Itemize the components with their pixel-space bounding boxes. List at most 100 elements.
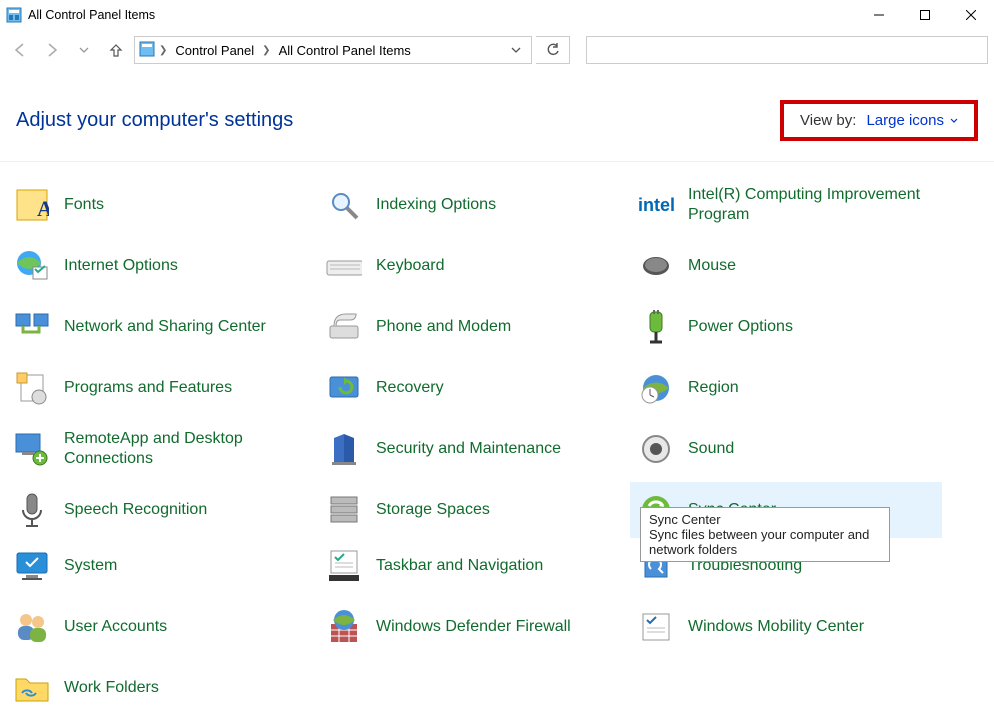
- control-panel-item[interactable]: User Accounts: [6, 594, 318, 660]
- recent-locations-button[interactable]: [70, 36, 98, 64]
- item-label: Windows Mobility Center: [688, 617, 864, 637]
- taskbar-icon: [326, 548, 362, 584]
- control-panel-item[interactable]: Security and Maintenance: [318, 416, 630, 482]
- chevron-down-icon: [950, 117, 958, 125]
- item-label: Internet Options: [64, 256, 178, 276]
- control-panel-item[interactable]: Power Options: [630, 294, 942, 360]
- control-panel-item[interactable]: Storage Spaces: [318, 482, 630, 538]
- item-label: Work Folders: [64, 678, 159, 698]
- breadcrumb-root[interactable]: Control Panel: [171, 43, 258, 58]
- control-panel-item[interactable]: Programs and Features: [6, 360, 318, 416]
- mouse-icon: [638, 248, 674, 284]
- control-panel-item[interactable]: intel Intel(R) Computing Improvement Prog…: [630, 172, 942, 238]
- internet-icon: [14, 248, 50, 284]
- item-label: Security and Maintenance: [376, 439, 561, 459]
- breadcrumb-current[interactable]: All Control Panel Items: [275, 43, 415, 58]
- control-panel-item[interactable]: RemoteApp and Desktop Connections: [6, 416, 318, 482]
- item-label: Intel(R) Computing Improvement Program: [688, 185, 928, 225]
- control-panel-item[interactable]: Mouse: [630, 238, 942, 294]
- item-label: Power Options: [688, 317, 793, 337]
- control-panel-item[interactable]: System: [6, 538, 318, 594]
- view-by-value: Large icons: [866, 112, 958, 129]
- control-panel-item[interactable]: Taskbar and Navigation: [318, 538, 630, 594]
- mobility-icon: [638, 609, 674, 645]
- speech-icon: [14, 492, 50, 528]
- control-panel-icon: [6, 7, 22, 23]
- control-panel-item[interactable]: Recovery: [318, 360, 630, 416]
- control-panel-grid: A Fonts Indexing Options intel Intel(R) Comp…: [0, 162, 994, 726]
- tooltip-body: Sync files between your computer and net…: [649, 527, 881, 557]
- maximize-button[interactable]: [902, 0, 948, 30]
- storage-icon: [326, 492, 362, 528]
- item-label: Recovery: [376, 378, 444, 398]
- users-icon: [14, 609, 50, 645]
- control-panel-item[interactable]: Work Folders: [6, 660, 318, 716]
- item-label: Indexing Options: [376, 195, 496, 215]
- item-label: Programs and Features: [64, 378, 232, 398]
- workfolders-icon: [14, 670, 50, 706]
- page-heading: Adjust your computer's settings: [16, 109, 780, 132]
- control-panel-item[interactable]: Region: [630, 360, 942, 416]
- control-panel-item[interactable]: A Fonts: [6, 172, 318, 238]
- item-label: Storage Spaces: [376, 500, 490, 520]
- control-panel-item[interactable]: Phone and Modem: [318, 294, 630, 360]
- item-label: Taskbar and Navigation: [376, 556, 543, 576]
- sound-icon: [638, 431, 674, 467]
- up-button[interactable]: [102, 36, 130, 64]
- item-label: Phone and Modem: [376, 317, 511, 337]
- address-history-button[interactable]: [505, 43, 527, 58]
- search-input[interactable]: [586, 36, 988, 64]
- item-label: System: [64, 556, 117, 576]
- remoteapp-icon: [14, 431, 50, 467]
- network-icon: [14, 309, 50, 345]
- control-panel-item[interactable]: Speech Recognition: [6, 482, 318, 538]
- svg-text:A: A: [37, 196, 49, 221]
- control-panel-item[interactable]: Windows Defender Firewall: [318, 594, 630, 660]
- tooltip-title: Sync Center: [649, 512, 881, 527]
- chevron-right-icon[interactable]: ❯: [159, 45, 167, 56]
- chevron-right-icon[interactable]: ❯: [262, 45, 270, 56]
- phone-icon: [326, 309, 362, 345]
- programs-icon: [14, 370, 50, 406]
- region-icon: [638, 370, 674, 406]
- control-panel-item[interactable]: Indexing Options: [318, 172, 630, 238]
- item-label: RemoteApp and Desktop Connections: [64, 429, 304, 469]
- item-label: Windows Defender Firewall: [376, 617, 571, 637]
- item-label: Region: [688, 378, 739, 398]
- item-label: Sound: [688, 439, 734, 459]
- item-label: Mouse: [688, 256, 736, 276]
- item-label: Speech Recognition: [64, 500, 207, 520]
- system-icon: [14, 548, 50, 584]
- navigation-bar: ❯ Control Panel ❯ All Control Panel Item…: [0, 30, 994, 70]
- title-bar: All Control Panel Items: [0, 0, 994, 30]
- firewall-icon: [326, 609, 362, 645]
- minimize-button[interactable]: [856, 0, 902, 30]
- close-button[interactable]: [948, 0, 994, 30]
- control-panel-item[interactable]: Network and Sharing Center: [6, 294, 318, 360]
- item-label: User Accounts: [64, 617, 167, 637]
- item-label: Network and Sharing Center: [64, 317, 266, 337]
- tooltip: Sync Center Sync files between your comp…: [640, 507, 890, 562]
- window-title: All Control Panel Items: [28, 8, 856, 22]
- control-panel-item[interactable]: Sound: [630, 416, 942, 482]
- refresh-button[interactable]: [536, 36, 570, 64]
- view-by-dropdown[interactable]: View by: Large icons: [790, 106, 968, 135]
- control-panel-item[interactable]: Windows Mobility Center: [630, 594, 942, 660]
- item-label: Keyboard: [376, 256, 445, 276]
- address-bar[interactable]: ❯ Control Panel ❯ All Control Panel Item…: [134, 36, 532, 64]
- power-icon: [638, 309, 674, 345]
- annotation-highlight: View by: Large icons: [780, 100, 978, 141]
- control-panel-icon: [139, 41, 155, 60]
- control-panel-item[interactable]: Keyboard: [318, 238, 630, 294]
- indexing-icon: [326, 187, 362, 223]
- intel-icon: intel: [638, 187, 674, 223]
- keyboard-icon: [326, 248, 362, 284]
- forward-button[interactable]: [38, 36, 66, 64]
- recovery-icon: [326, 370, 362, 406]
- item-label: Fonts: [64, 195, 104, 215]
- fonts-icon: A: [14, 187, 50, 223]
- back-button[interactable]: [6, 36, 34, 64]
- control-panel-item[interactable]: Internet Options: [6, 238, 318, 294]
- svg-text:intel: intel: [638, 195, 674, 215]
- security-icon: [326, 431, 362, 467]
